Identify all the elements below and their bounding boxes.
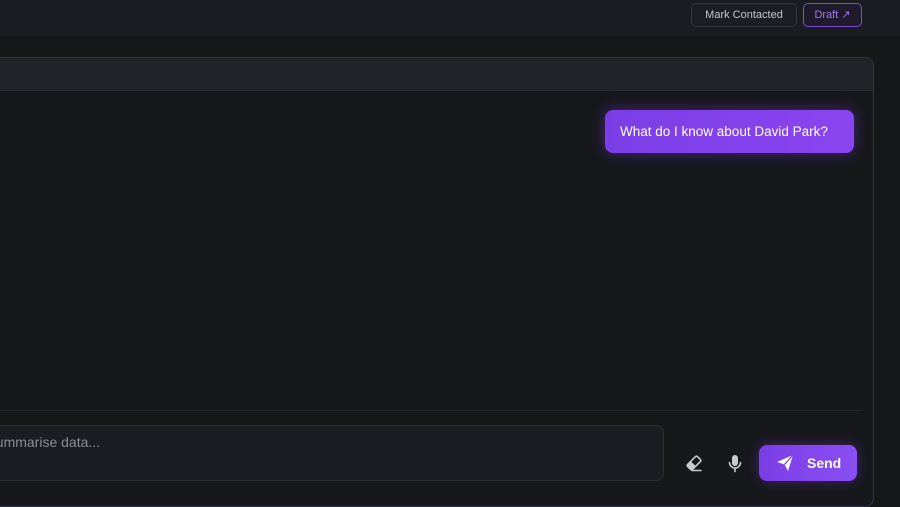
draft-button[interactable]: Draft ↗	[803, 3, 862, 27]
chat-input-placeholder: s, summarise data...	[0, 434, 101, 450]
user-message-bubble: What do I know about David Park?	[605, 110, 854, 153]
microphone-icon[interactable]	[724, 452, 746, 474]
send-button[interactable]: Send	[759, 445, 857, 481]
chat-composer[interactable]: s, summarise data...	[0, 425, 664, 481]
chat-panel-header	[0, 58, 873, 91]
send-button-label: Send	[807, 455, 842, 471]
composer-divider	[0, 410, 861, 411]
top-toolbar: Mark Contacted Draft ↗	[0, 0, 900, 36]
mark-contacted-button[interactable]: Mark Contacted	[691, 3, 797, 27]
eraser-icon[interactable]	[683, 452, 705, 474]
send-icon	[777, 454, 794, 471]
